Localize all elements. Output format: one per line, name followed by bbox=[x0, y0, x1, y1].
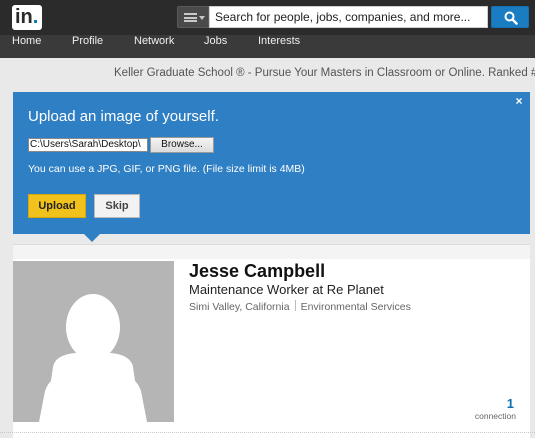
logo-text: in bbox=[15, 6, 33, 28]
avatar[interactable] bbox=[13, 261, 174, 422]
menu-icon bbox=[184, 13, 197, 22]
search-button[interactable] bbox=[491, 6, 529, 28]
upload-button[interactable]: Upload bbox=[28, 194, 86, 218]
search-category-menu-button[interactable] bbox=[177, 6, 209, 28]
file-path-field[interactable]: C:\Users\Sarah\Desktop\ bbox=[28, 138, 148, 152]
nav-item-home[interactable]: Home bbox=[12, 35, 41, 58]
skip-button[interactable]: Skip bbox=[94, 194, 140, 218]
profile-industry[interactable]: Environmental Services bbox=[301, 301, 411, 313]
close-icon[interactable]: × bbox=[513, 95, 525, 107]
nav-item-network[interactable]: Network bbox=[134, 35, 174, 58]
default-profile-silhouette-icon bbox=[39, 294, 147, 422]
upload-title: Upload an image of yourself. bbox=[28, 108, 219, 125]
panel-pointer bbox=[84, 234, 100, 242]
profile-card-strip bbox=[13, 245, 530, 259]
file-type-hint: You can use a JPG, GIF, or PNG file. (Fi… bbox=[28, 163, 305, 175]
ad-text-link[interactable]: Keller Graduate School ® - Pursue Your M… bbox=[114, 67, 535, 79]
profile-card: Jesse Campbell Maintenance Worker at Re … bbox=[13, 244, 530, 438]
linkedin-logo[interactable]: in. bbox=[12, 5, 42, 30]
chevron-down-icon bbox=[199, 16, 205, 20]
profile-meta: Simi Valley, California Environmental Ser… bbox=[189, 300, 411, 313]
connections-label: connection bbox=[474, 411, 516, 421]
profile-location[interactable]: Simi Valley, California bbox=[189, 301, 290, 313]
divider bbox=[0, 432, 535, 433]
nav-item-profile[interactable]: Profile bbox=[72, 35, 103, 58]
logo-dot: . bbox=[32, 6, 39, 28]
top-bar: in. bbox=[0, 0, 535, 35]
main-nav: Home Profile Network Jobs Interests bbox=[0, 35, 535, 58]
search-icon bbox=[504, 11, 518, 25]
nav-item-interests[interactable]: Interests bbox=[258, 35, 300, 58]
connections-count[interactable]: 1 bbox=[493, 396, 514, 411]
meta-divider bbox=[294, 300, 296, 311]
photo-upload-panel: Upload an image of yourself. × C:\Users\… bbox=[13, 92, 530, 242]
profile-headline: Maintenance Worker at Re Planet bbox=[189, 282, 384, 297]
search-input[interactable] bbox=[209, 6, 488, 28]
profile-name: Jesse Campbell bbox=[189, 261, 326, 281]
browse-button[interactable]: Browse... bbox=[150, 137, 214, 153]
nav-item-jobs[interactable]: Jobs bbox=[204, 35, 227, 58]
